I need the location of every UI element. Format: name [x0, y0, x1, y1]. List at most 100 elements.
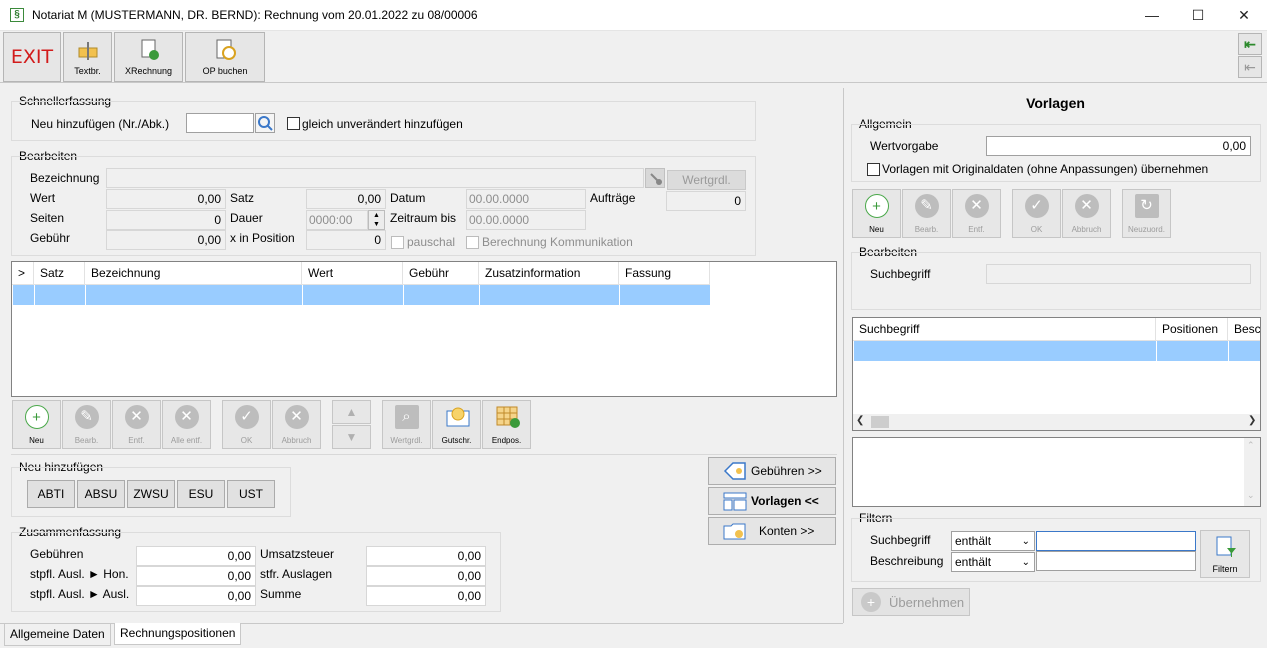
panel-splitter[interactable] — [843, 88, 844, 623]
wertgrdl-action-button[interactable]: ⌕ Wertgrdl. — [382, 400, 431, 449]
vorlage-bearb-button[interactable]: ✎ Bearb. — [902, 189, 951, 238]
zwsu-button[interactable]: ZWSU — [127, 480, 175, 508]
tab-rechnungspositionen[interactable]: Rechnungspositionen — [114, 623, 242, 645]
vorlagen-nav-button[interactable]: Vorlagen << — [708, 487, 836, 515]
positions-grid[interactable]: > Satz Bezeichnung Wert Gebühr Zusatzinf… — [11, 261, 837, 397]
bearb-button[interactable]: ✎ Bearb. — [62, 400, 111, 449]
neu-hinzufuegen-input[interactable] — [186, 113, 254, 133]
gebuehr-field[interactable]: 0,00 — [106, 230, 226, 250]
move-down-button[interactable]: ▼ — [332, 425, 371, 449]
col-header[interactable]: Suchbegriff — [853, 318, 1156, 340]
scroll-thumb[interactable] — [871, 416, 889, 428]
sum-gebuehren-field[interactable]: 0,00 — [136, 546, 256, 566]
pauschal-checkbox[interactable] — [391, 236, 404, 249]
op-buchen-button[interactable]: OP buchen — [185, 32, 265, 82]
xrechnung-button[interactable]: XRechnung — [114, 32, 183, 82]
col-header[interactable]: Satz — [34, 262, 85, 284]
gebuehren-nav-label: Gebühren >> — [751, 464, 822, 478]
esu-button[interactable]: ESU — [177, 480, 225, 508]
berechnung-checkbox[interactable] — [466, 236, 479, 249]
col-header[interactable]: Bezeichnung — [85, 262, 302, 284]
gutschr-button[interactable]: Gutschr. — [432, 400, 481, 449]
vorlage-neu-button[interactable]: + Neu — [852, 189, 901, 238]
filter-beschr-operator-select[interactable]: enthält ⌄ — [951, 552, 1035, 572]
table-row[interactable] — [13, 285, 710, 305]
alle-entf-button[interactable]: ✕ Alle entf. — [162, 400, 211, 449]
scroll-down-icon[interactable]: ⌄ — [1247, 490, 1255, 501]
col-header[interactable]: > — [12, 262, 34, 284]
gebuehren-nav-button[interactable]: Gebühren >> — [708, 457, 836, 485]
datum-field[interactable]: 00.00.0000 — [466, 189, 586, 209]
wert-field[interactable]: 0,00 — [106, 189, 226, 209]
col-header[interactable]: Wert — [302, 262, 403, 284]
col-header[interactable]: Gebühr — [403, 262, 479, 284]
vorlagen-grid[interactable]: Suchbegriff Positionen Besc ❮ ❯ — [852, 317, 1261, 431]
abti-button[interactable]: ABTI — [27, 480, 75, 508]
neu-button[interactable]: + Neu — [12, 400, 61, 449]
maximize-button[interactable]: ☐ — [1175, 0, 1221, 31]
auftraege-field[interactable]: 0 — [666, 191, 746, 211]
sum-stpfl-ausl-field[interactable]: 0,00 — [136, 586, 256, 606]
vorlage-suchbegriff-field[interactable] — [986, 264, 1251, 284]
tab-allgemeine-daten[interactable]: Allgemeine Daten — [4, 624, 111, 646]
table-row[interactable] — [854, 341, 1260, 361]
wertvorgabe-field[interactable]: 0,00 — [986, 136, 1251, 156]
col-header[interactable]: Besc — [1228, 318, 1260, 340]
satz-field[interactable]: 0,00 — [306, 189, 386, 209]
bezeichnung-field[interactable] — [106, 168, 644, 188]
neu-label: Neu — [29, 436, 44, 445]
konten-nav-button[interactable]: Konten >> — [708, 517, 836, 545]
sum-ust-field[interactable]: 0,00 — [366, 546, 486, 566]
exit-button[interactable]: EXIT — [3, 32, 61, 82]
minimize-button[interactable]: — — [1129, 0, 1175, 31]
dauer-spinner[interactable]: ▲ ▼ — [368, 210, 385, 230]
uebernehmen-button[interactable]: + Übernehmen — [852, 588, 970, 616]
vorlage-ok-button[interactable]: ✓ OK — [1012, 189, 1061, 238]
undock-icon[interactable]: ⇤ — [1238, 56, 1262, 78]
originaldaten-checkbox[interactable] — [867, 163, 880, 176]
sum-stfr-field[interactable]: 0,00 — [366, 566, 486, 586]
filter-beschreibung-input[interactable] — [1036, 551, 1196, 571]
filter-such-operator-select[interactable]: enthält ⌄ — [951, 531, 1035, 551]
folder-euro-icon — [723, 523, 746, 540]
scroll-up-icon[interactable]: ⌃ — [1247, 440, 1255, 451]
filtern-button[interactable]: Filtern — [1200, 530, 1250, 578]
gleich-unveraendert-checkbox[interactable] — [287, 117, 300, 130]
vertical-scrollbar[interactable]: ⌃ ⌄ — [1244, 438, 1260, 506]
sum-gebuehren-label: Gebühren — [30, 547, 84, 561]
absu-button[interactable]: ABSU — [77, 480, 125, 508]
document-search-icon: ⌕ — [394, 405, 419, 429]
vorlage-entf-button[interactable]: ✕ Entf. — [952, 189, 1001, 238]
col-header[interactable]: Fassung — [619, 262, 710, 284]
beschreibung-box[interactable]: ⌃ ⌄ — [852, 437, 1261, 507]
scroll-left-icon[interactable]: ❮ — [856, 415, 864, 426]
wertgrdl-button[interactable]: Wertgrdl. — [667, 170, 746, 190]
textbr-button[interactable]: Textbr. — [63, 32, 112, 82]
col-header[interactable]: Zusatzinformation — [479, 262, 619, 284]
vorlage-abbruch-button[interactable]: ✕ Abbruch — [1062, 189, 1111, 238]
filter-suchbegriff-input[interactable] — [1036, 531, 1196, 551]
xinpos-field[interactable]: 0 — [306, 230, 386, 250]
pin-icon[interactable] — [645, 168, 665, 188]
endpos-button[interactable]: Endpos. — [482, 400, 531, 449]
filtern-label: Filtern — [1212, 564, 1238, 574]
sum-stpfl-hon-field[interactable]: 0,00 — [136, 566, 256, 586]
abbruch-button[interactable]: ✕ Abbruch — [272, 400, 321, 449]
sum-summe-field[interactable]: 0,00 — [366, 586, 486, 606]
move-up-button[interactable]: ▲ — [332, 400, 371, 424]
col-header[interactable]: Positionen — [1156, 318, 1228, 340]
entf-button[interactable]: ✕ Entf. — [112, 400, 161, 449]
horizontal-scrollbar[interactable]: ❮ ❯ — [853, 414, 1260, 430]
endpos-label: Endpos. — [491, 436, 522, 445]
ust-button[interactable]: UST — [227, 480, 275, 508]
vorlage-neuzuord-button[interactable]: ↻ Neuzuord. — [1122, 189, 1171, 238]
seiten-field[interactable]: 0 — [106, 210, 226, 230]
dock-left-icon[interactable]: ⇤ — [1238, 33, 1262, 55]
dauer-field[interactable]: 0000:00 — [306, 210, 368, 230]
close-button[interactable]: ✕ — [1221, 0, 1267, 31]
scroll-right-icon[interactable]: ❯ — [1248, 415, 1256, 426]
ok-button[interactable]: ✓ OK — [222, 400, 271, 449]
zeitraum-field[interactable]: 00.00.0000 — [466, 210, 586, 230]
search-icon[interactable] — [255, 113, 275, 133]
alle-entf-label: Alle entf. — [170, 436, 203, 445]
